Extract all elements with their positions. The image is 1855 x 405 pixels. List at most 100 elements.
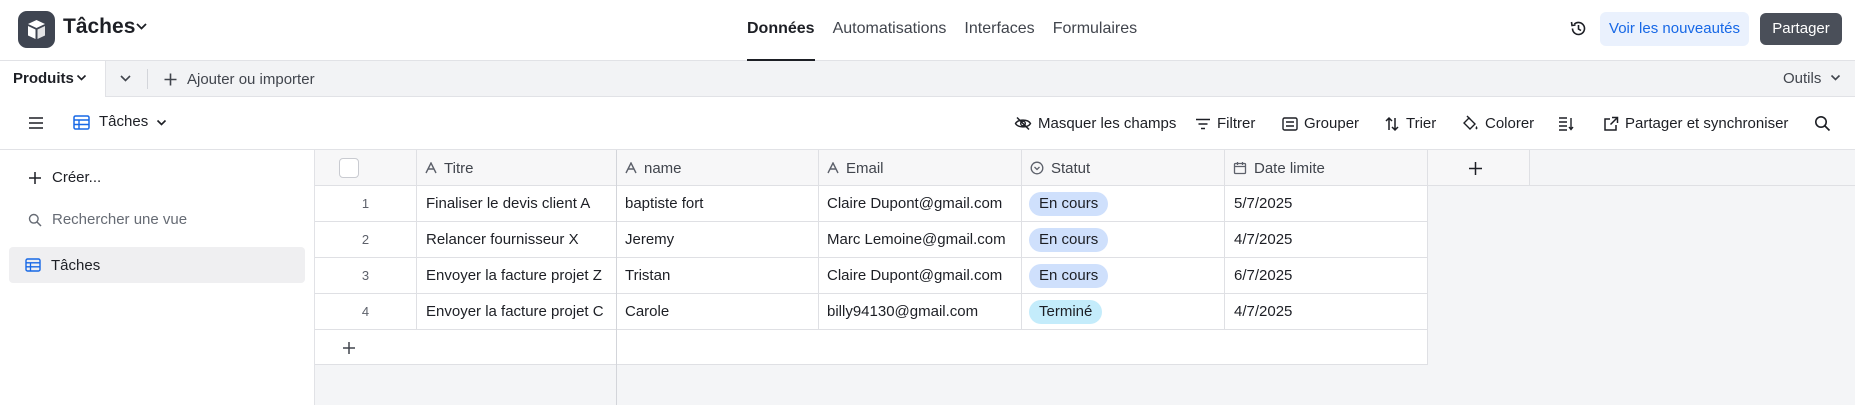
cell-date[interactable]: 4/7/2025	[1225, 222, 1428, 258]
history-icon[interactable]	[1569, 19, 1588, 38]
add-import-label: Ajouter ou importer	[187, 70, 315, 88]
cell-titre[interactable]: Relancer fournisseur X	[417, 222, 617, 258]
whats-new-button[interactable]: Voir les nouveautés	[1600, 12, 1749, 46]
tool-label: Trier	[1406, 115, 1437, 132]
cell-statut[interactable]: En cours	[1022, 258, 1225, 294]
group-button[interactable]: Grouper	[1282, 97, 1359, 150]
table-row[interactable]: 1 Finaliser le devis client A baptiste f…	[315, 186, 1428, 222]
column-header-date-limite[interactable]: Date limite	[1225, 150, 1428, 186]
cell-email[interactable]: Claire Dupont@gmail.com	[819, 258, 1022, 294]
table-row[interactable]: 4 Envoyer la facture projet C Carole bil…	[315, 294, 1428, 330]
create-view-button[interactable]: Créer...	[28, 169, 101, 186]
sort-button[interactable]: Trier	[1384, 97, 1436, 150]
cell-date[interactable]: 5/7/2025	[1225, 186, 1428, 222]
share-button[interactable]: Partager	[1760, 13, 1842, 45]
column-header-name[interactable]: name	[617, 150, 819, 186]
cell-email[interactable]: billy94130@gmail.com	[819, 294, 1022, 330]
create-label: Créer...	[52, 169, 102, 186]
chevron-down-icon[interactable]	[135, 22, 148, 31]
cell-titre[interactable]: Finaliser le devis client A	[417, 186, 617, 222]
filter-button[interactable]: Filtrer	[1195, 97, 1255, 150]
cell-date[interactable]: 6/7/2025	[1225, 258, 1428, 294]
cell-statut[interactable]: En cours	[1022, 222, 1225, 258]
sort-icon	[1385, 116, 1399, 131]
tab-donnees[interactable]: Données	[747, 0, 815, 61]
row-height-icon	[1559, 117, 1574, 131]
column-header-titre[interactable]: Titre	[417, 150, 617, 186]
tools-menu[interactable]: Outils	[1783, 70, 1821, 87]
row-number: 1	[315, 186, 417, 222]
search-icon	[1815, 116, 1831, 132]
app-title[interactable]: Tâches	[63, 15, 135, 39]
table-row[interactable]: 3 Envoyer la facture projet Z Tristan Cl…	[315, 258, 1428, 294]
tool-label: Grouper	[1304, 115, 1360, 132]
tab-interfaces[interactable]: Interfaces	[964, 0, 1034, 61]
search-icon	[28, 213, 42, 227]
add-field-button[interactable]	[1428, 150, 1530, 186]
text-field-icon	[827, 162, 839, 174]
add-or-import-button[interactable]: Ajouter ou importer	[163, 61, 315, 97]
select-all-checkbox[interactable]	[339, 158, 359, 178]
status-badge: En cours	[1029, 192, 1109, 216]
cell-titre[interactable]: Envoyer la facture projet Z	[417, 258, 617, 294]
view-toolbar: Tâches Masquer les champs Filtrer Groupe…	[0, 97, 1855, 150]
grid-header: Titre name Email Statut Date limite	[315, 150, 1530, 186]
sidebar-item-taches[interactable]: Tâches	[9, 247, 305, 283]
cell-email[interactable]: Marc Lemoine@gmail.com	[819, 222, 1022, 258]
view-name[interactable]: Tâches	[99, 113, 148, 130]
add-record-row[interactable]	[315, 330, 1428, 365]
share-sync-button[interactable]: Partager et synchroniser	[1603, 97, 1788, 150]
plus-icon	[1468, 161, 1482, 175]
cell-titre[interactable]: Envoyer la facture projet C	[417, 294, 617, 330]
chevron-down-icon[interactable]	[1830, 74, 1841, 82]
tool-label: Partager et synchroniser	[1625, 115, 1789, 132]
views-sidebar: Créer... Rechercher une vue Tâches	[0, 150, 315, 405]
cell-email[interactable]: Claire Dupont@gmail.com	[819, 186, 1022, 222]
column-header-statut[interactable]: Statut	[1022, 150, 1225, 186]
search-button[interactable]	[1814, 97, 1837, 150]
plus-icon	[343, 342, 355, 354]
chevron-down-icon[interactable]	[76, 74, 87, 82]
cell-name[interactable]: Tristan	[617, 258, 819, 294]
cell-name[interactable]: Carole	[617, 294, 819, 330]
table-tabs-bar: Produits Ajouter ou importer Outils	[0, 61, 1855, 97]
column-header-email[interactable]: Email	[819, 150, 1022, 186]
column-label: name	[644, 159, 682, 177]
hide-fields-button[interactable]: Masquer les champs	[1014, 97, 1176, 150]
row-number: 4	[315, 294, 417, 330]
cell-statut[interactable]: En cours	[1022, 186, 1225, 222]
table-row[interactable]: 2 Relancer fournisseur X Jeremy Marc Lem…	[315, 222, 1428, 258]
column-label: Titre	[444, 159, 474, 177]
view-search-input[interactable]: Rechercher une vue	[28, 211, 187, 228]
tab-automatisations[interactable]: Automatisations	[833, 0, 947, 61]
share-sync-icon	[1604, 116, 1619, 131]
text-field-icon	[425, 162, 437, 174]
cell-date[interactable]: 4/7/2025	[1225, 294, 1428, 330]
row-height-button[interactable]	[1558, 97, 1580, 150]
tool-label: Colorer	[1485, 115, 1535, 132]
frozen-column-divider	[616, 150, 617, 405]
all-tables-chevron-icon[interactable]	[119, 74, 132, 83]
color-button[interactable]: Colorer	[1461, 97, 1534, 150]
eye-off-icon	[1014, 116, 1032, 131]
status-badge: En cours	[1029, 264, 1109, 288]
sidebar-item-label: Tâches	[51, 256, 101, 274]
filter-icon	[1196, 118, 1210, 129]
table-tab-produits[interactable]: Produits	[0, 61, 106, 97]
column-label: Statut	[1051, 159, 1091, 177]
app-logo-icon[interactable]	[18, 11, 55, 48]
row-number: 2	[315, 222, 417, 258]
cell-name[interactable]: baptiste fort	[617, 186, 819, 222]
calendar-field-icon	[1233, 162, 1247, 175]
nav-tabs: Données Automatisations Interfaces Formu…	[747, 0, 1155, 61]
chevron-down-icon[interactable]	[156, 119, 167, 127]
hamburger-menu-icon[interactable]	[28, 116, 44, 130]
row-number: 3	[315, 258, 417, 294]
column-label: Email	[846, 159, 884, 177]
tab-formulaires[interactable]: Formulaires	[1053, 0, 1137, 61]
cell-statut[interactable]: Terminé	[1022, 294, 1225, 330]
grid-view-icon	[73, 115, 90, 130]
cell-name[interactable]: Jeremy	[617, 222, 819, 258]
column-label: Date limite	[1254, 159, 1325, 177]
search-placeholder: Rechercher une vue	[52, 211, 188, 228]
